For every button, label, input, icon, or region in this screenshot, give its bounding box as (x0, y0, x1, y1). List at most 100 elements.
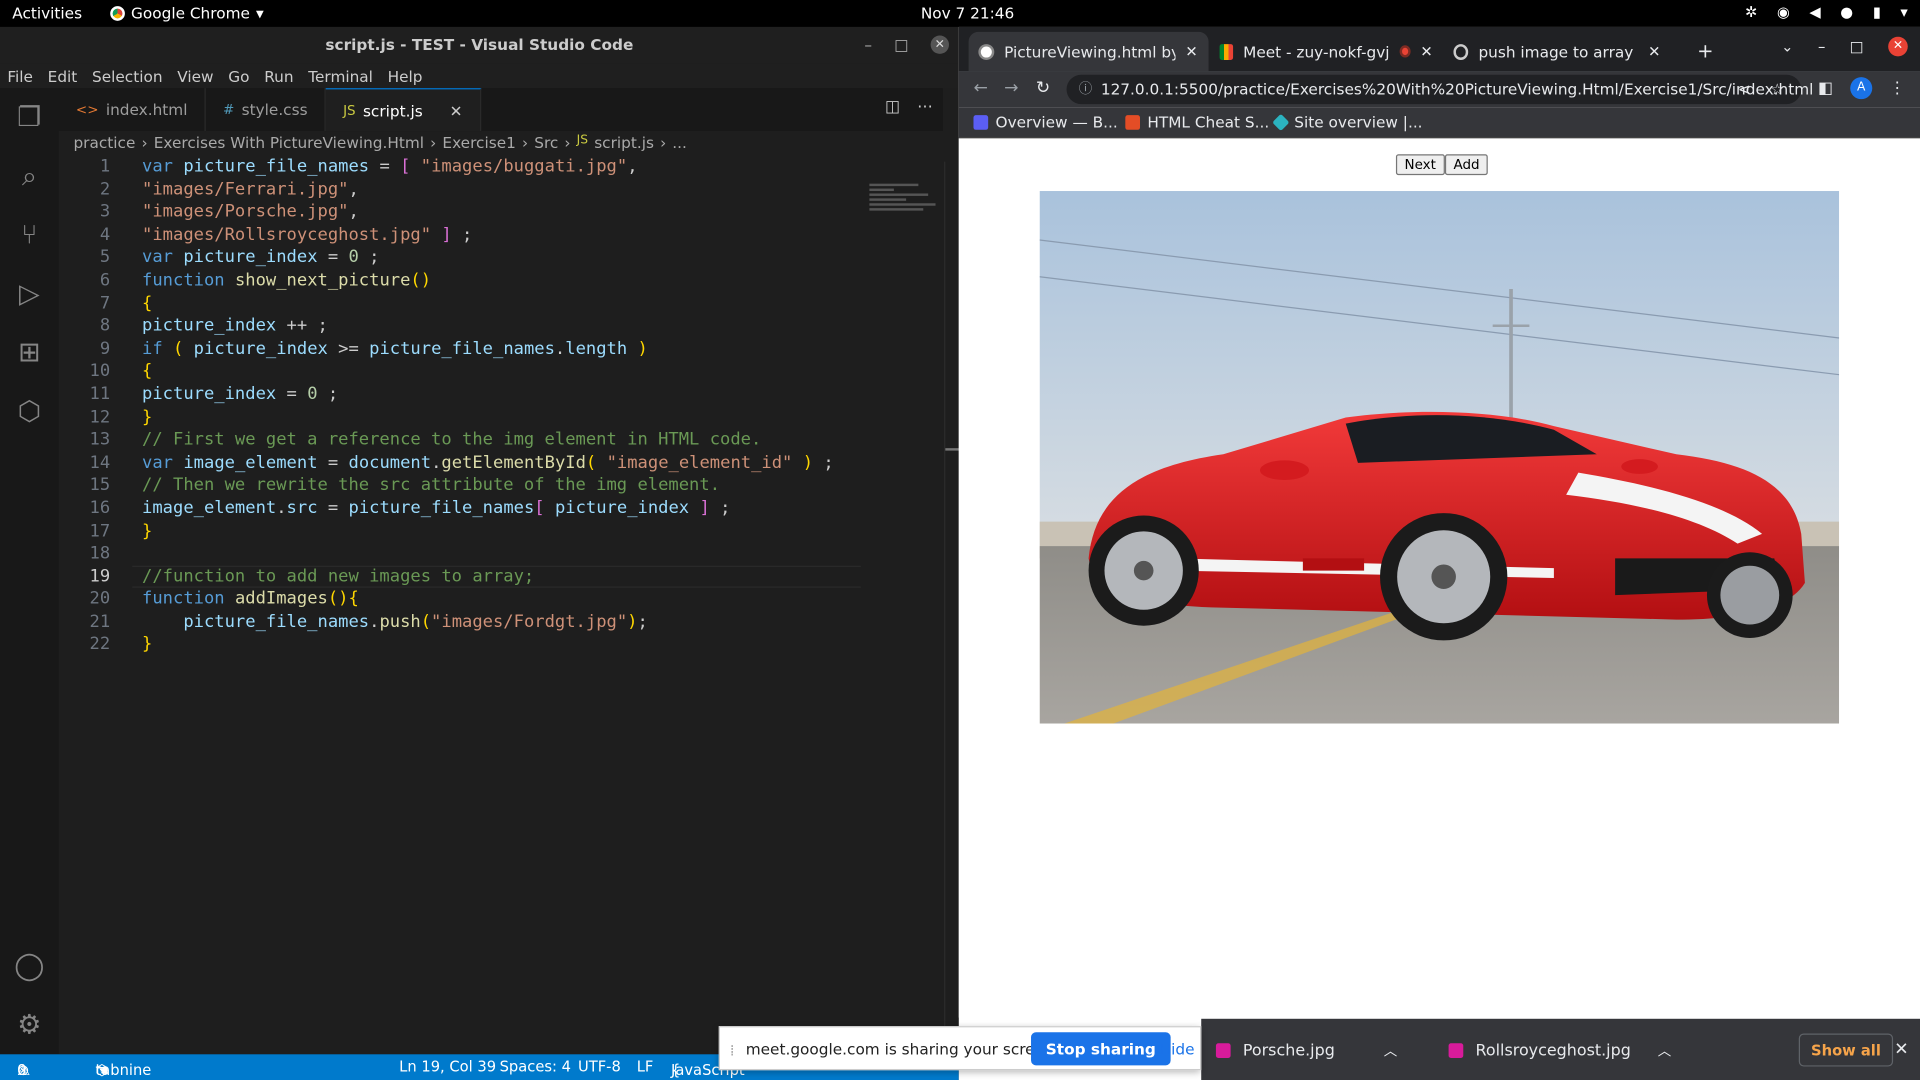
menu-terminal[interactable]: Terminal (308, 67, 373, 85)
menu-file[interactable]: File (7, 67, 33, 85)
back-icon[interactable]: ← (973, 78, 987, 98)
close-tab-icon[interactable]: ✕ (1420, 43, 1432, 60)
code-line[interactable]: 14 var image_element = document.getElemen… (59, 451, 861, 474)
js-file-icon: JS (576, 133, 589, 147)
cursor-position[interactable]: Ln 19, Col 39 (399, 1058, 496, 1075)
code-line[interactable]: 7{ (59, 292, 861, 315)
bookmark-item[interactable]: Overview — B... (973, 113, 1118, 131)
download-item[interactable]: Porsche.jpg ︿ (1215, 1041, 1397, 1061)
hide-banner-button[interactable]: Hide (1160, 1040, 1195, 1058)
code-line[interactable]: 4 "images/Rollsroyceghost.jpg" ] ; (59, 224, 861, 247)
more-actions-icon[interactable]: ⋯ (917, 98, 933, 116)
download-item[interactable]: Rollsroyceghost.jpg ︿ (1448, 1041, 1671, 1061)
browser-tab-meet[interactable]: Meet - zuy-nokf-gvj ✕ (1210, 32, 1443, 71)
tab-script-js[interactable]: JS script.js ✕ (325, 88, 481, 132)
add-button[interactable]: Add (1444, 154, 1489, 176)
breadcrumb-item[interactable]: Exercise1 (442, 133, 515, 151)
breadcrumb-item[interactable]: Src (534, 133, 558, 151)
clock[interactable]: Nov 7 21:46 (921, 4, 1014, 22)
code-line[interactable]: 2 "images/Ferrari.jpg", (59, 178, 861, 201)
extensions-icon[interactable]: ⊞ (0, 323, 59, 382)
bookmark-item[interactable]: HTML Cheat S... (1125, 113, 1269, 131)
editor-scrollbar[interactable] (944, 161, 961, 1055)
close-tab-icon[interactable]: ✕ (1648, 43, 1660, 60)
run-debug-icon[interactable]: ▷ (0, 264, 59, 323)
search-icon[interactable]: ⌕ (0, 147, 59, 206)
menu-view[interactable]: View (177, 67, 213, 85)
close-tab-icon[interactable]: ✕ (1185, 43, 1197, 60)
code-line[interactable]: 16 image_element.src = picture_file_names… (59, 497, 861, 520)
breadcrumb-item[interactable]: Exercises With PictureViewing.Html (154, 133, 424, 151)
bookmark-item[interactable]: Site overview |... (1272, 113, 1423, 131)
address-bar[interactable]: ⓘ 127.0.0.1:5500/practice/Exercises%20Wi… (1066, 74, 1813, 105)
code-line[interactable]: 21 picture_file_names.push("images/Fordg… (59, 611, 861, 634)
breadcrumb-item[interactable]: ... (672, 133, 687, 151)
activities-button[interactable]: Activities (12, 4, 82, 22)
code-line[interactable]: 19 //function to add new images to array; (59, 565, 861, 589)
line-ending[interactable]: LF (637, 1058, 654, 1075)
side-panel-icon[interactable]: ◧ (1818, 79, 1833, 97)
forward-icon[interactable]: → (1004, 78, 1018, 98)
reload-icon[interactable]: ↻ (1036, 78, 1050, 98)
close-downloads-icon[interactable]: ✕ (1894, 1040, 1908, 1060)
minimize-icon[interactable]: – (864, 27, 872, 64)
maximize-icon[interactable]: □ (1850, 38, 1864, 55)
tab-style-css[interactable]: # style.css (206, 88, 326, 132)
indentation[interactable]: Spaces: 4 (500, 1058, 571, 1075)
account-icon[interactable]: ◯ (0, 937, 59, 996)
code-line[interactable]: 13 // First we get a reference to the img… (59, 429, 861, 452)
show-all-downloads-button[interactable]: Show all (1798, 1033, 1894, 1067)
code-line[interactable]: 10 { (59, 360, 861, 383)
code-line[interactable]: 9 if ( picture_index >= picture_file_name… (59, 338, 861, 361)
breadcrumb-item[interactable]: practice (73, 133, 135, 151)
kebab-menu-icon[interactable]: ⋮ (1889, 79, 1905, 97)
code-line[interactable]: 1 var picture_file_names = [ "images/bugg… (59, 156, 861, 179)
chevron-up-icon[interactable]: ︿ (1658, 1041, 1671, 1061)
app-menu[interactable]: Google Chrome ▾ (110, 4, 264, 22)
code-line[interactable]: 3 "images/Porsche.jpg", (59, 201, 861, 224)
split-editor-icon[interactable]: ◫ (885, 98, 900, 116)
encoding[interactable]: UTF-8 (578, 1058, 621, 1075)
menu-selection[interactable]: Selection (92, 67, 163, 85)
minimap[interactable] (869, 181, 940, 225)
explorer-icon[interactable]: ❐ (0, 88, 59, 147)
tab-search-icon[interactable]: ⌄ (1781, 38, 1793, 55)
browser-tab-search[interactable]: push image to array usin ✕ (1444, 32, 1671, 71)
browser-tab-pictureviewing[interactable]: PictureViewing.html by K ✕ (968, 31, 1209, 72)
close-icon[interactable]: ✕ (1888, 36, 1908, 57)
maximize-icon[interactable]: □ (894, 27, 908, 64)
code-editor[interactable]: 1 var picture_file_names = [ "images/bugg… (59, 156, 861, 1055)
code-line[interactable]: 6 function show_next_picture() (59, 269, 861, 292)
tab-index-html[interactable]: <> index.html (59, 88, 206, 132)
breadcrumb-item[interactable]: script.js (594, 133, 654, 151)
code-line[interactable]: 8 picture_index ++ ; (59, 315, 861, 338)
menu-go[interactable]: Go (228, 67, 249, 85)
code-line[interactable]: 15 // Then we rewrite the src attribute o… (59, 474, 861, 497)
code-line[interactable]: 12} (59, 406, 861, 429)
drag-handle-icon[interactable]: ⁞ (730, 1041, 735, 1059)
site-info-icon[interactable]: ⓘ (1079, 75, 1092, 104)
code-line[interactable]: 20 function addImages(){ (59, 588, 861, 611)
close-tab-icon[interactable]: ✕ (450, 101, 463, 119)
settings-gear-icon[interactable]: ⚙ (0, 996, 59, 1055)
code-line[interactable]: 22} (59, 634, 861, 657)
system-tray[interactable]: ✲ ◉ ◀ ● ▮ ▾ (1745, 4, 1908, 21)
code-line[interactable]: 17} (59, 520, 861, 543)
code-line[interactable]: 11 picture_index = 0 ; (59, 383, 861, 406)
stop-sharing-button[interactable]: Stop sharing (1031, 1032, 1171, 1066)
share-icon[interactable]: ⋖ (1738, 75, 1751, 104)
source-control-icon[interactable]: ⑂ (0, 206, 59, 265)
close-icon[interactable]: ✕ (930, 35, 949, 54)
code-line[interactable]: 5 var picture_index = 0 ; (59, 247, 861, 270)
avatar[interactable]: A (1850, 77, 1873, 100)
new-tab-icon[interactable]: + (1697, 39, 1713, 62)
code-line[interactable]: 18 (59, 543, 861, 566)
remote-explorer-icon[interactable]: ⬡ (0, 382, 59, 441)
minimize-icon[interactable]: – (1818, 38, 1825, 55)
next-button[interactable]: Next (1395, 154, 1445, 176)
menu-help[interactable]: Help (388, 67, 423, 85)
menu-edit[interactable]: Edit (48, 67, 78, 85)
chevron-up-icon[interactable]: ︿ (1384, 1041, 1397, 1061)
menu-run[interactable]: Run (264, 67, 293, 85)
bookmark-star-icon[interactable]: ☆ (1770, 75, 1784, 104)
